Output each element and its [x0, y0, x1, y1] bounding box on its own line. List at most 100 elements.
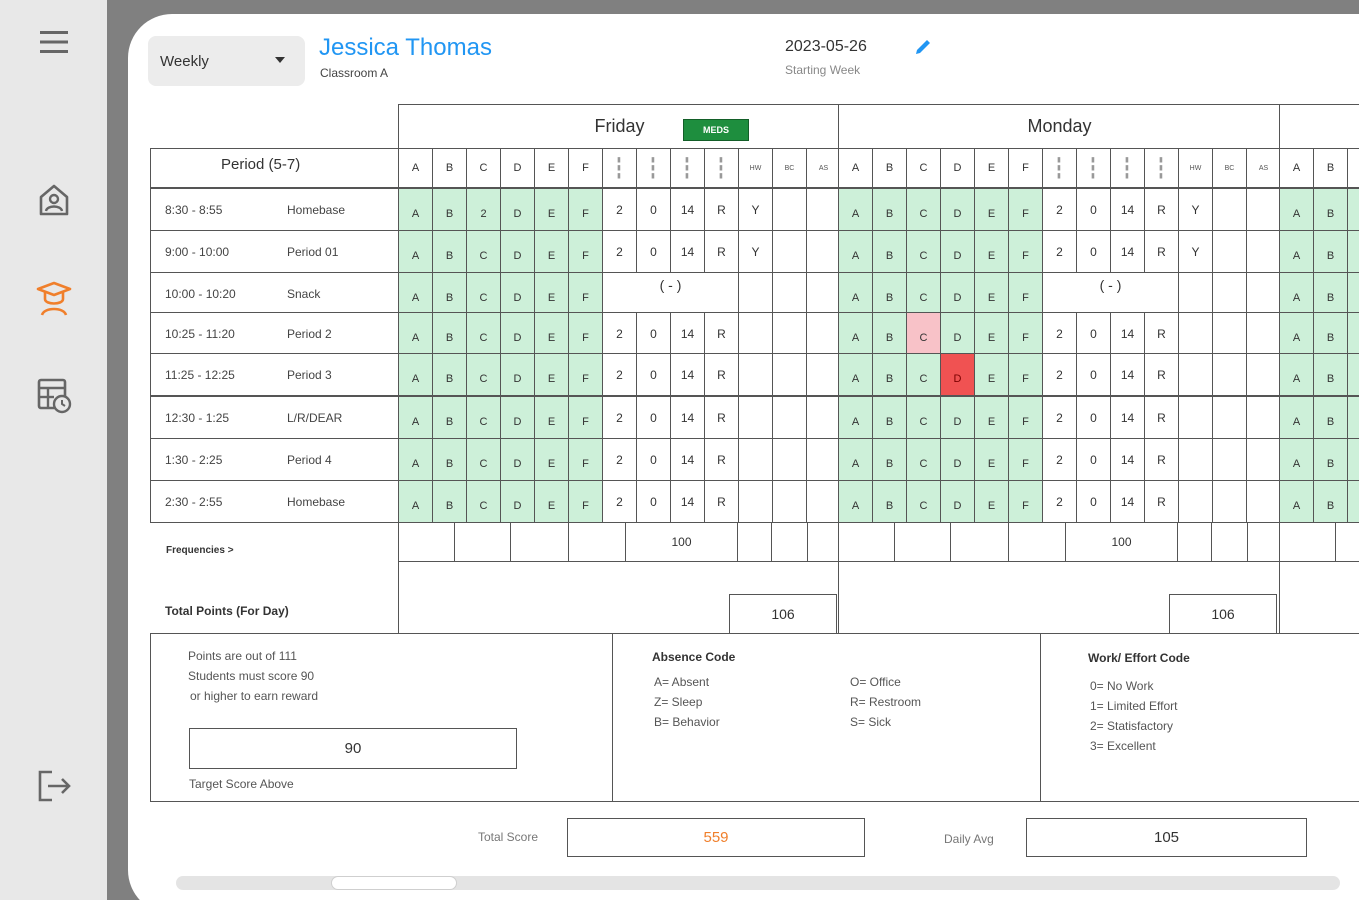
behavior-letter-cell[interactable]: E	[534, 312, 569, 355]
score-cell[interactable]: 2	[1042, 188, 1077, 231]
score-cell[interactable]: 2	[602, 230, 637, 273]
frequency-cell[interactable]	[398, 522, 455, 562]
score-cell[interactable]: 14	[670, 188, 705, 231]
frequency-cell[interactable]	[807, 522, 842, 562]
score-cell[interactable]	[1212, 438, 1247, 481]
behavior-letter-cell[interactable]: A	[838, 312, 873, 355]
score-cell[interactable]: 14	[1110, 396, 1145, 439]
behavior-letter-cell[interactable]: B	[872, 230, 907, 273]
score-cell[interactable]: 14	[1110, 312, 1145, 355]
behavior-letter-cell[interactable]: D	[940, 353, 975, 396]
score-cell[interactable]	[806, 438, 841, 481]
behavior-letter-cell[interactable]: A	[838, 272, 873, 315]
behavior-letter-cell[interactable]: F	[568, 353, 603, 396]
score-cell[interactable]	[1246, 272, 1281, 315]
behavior-letter-cell[interactable]: E	[974, 272, 1009, 315]
schedule-icon[interactable]	[32, 373, 76, 417]
behavior-letter-cell[interactable]: A	[838, 188, 873, 231]
behavior-letter-cell[interactable]: C	[906, 438, 941, 481]
score-cell[interactable]	[1246, 396, 1281, 439]
behavior-letter-cell[interactable]: B	[432, 272, 467, 315]
behavior-letter-cell[interactable]: B	[1313, 438, 1348, 481]
score-cell[interactable]: 2	[602, 312, 637, 355]
score-cell[interactable]	[1246, 230, 1281, 273]
score-cell[interactable]: 0	[1076, 230, 1111, 273]
behavior-letter-cell[interactable]: D	[500, 272, 535, 315]
score-cell[interactable]: 14	[1110, 353, 1145, 396]
score-cell[interactable]: Y	[738, 230, 773, 273]
score-cell[interactable]: 0	[1076, 438, 1111, 481]
score-cell[interactable]: R	[704, 438, 739, 481]
behavior-letter-cell[interactable]: A	[1279, 230, 1314, 273]
behavior-letter-cell[interactable]: E	[974, 188, 1009, 231]
behavior-letter-cell[interactable]: A	[1279, 396, 1314, 439]
score-cell[interactable]: R	[1144, 480, 1179, 523]
behavior-letter-cell[interactable]: E	[534, 438, 569, 481]
score-cell[interactable]: R	[1144, 230, 1179, 273]
behavior-letter-cell[interactable]: A	[398, 312, 433, 355]
behavior-letter-cell[interactable]: B	[1313, 188, 1348, 231]
behavior-letter-cell[interactable]: A	[1279, 438, 1314, 481]
score-cell[interactable]: 0	[1076, 353, 1111, 396]
behavior-letter-cell[interactable]	[1347, 480, 1359, 523]
behavior-letter-cell[interactable]: B	[872, 396, 907, 439]
score-cell[interactable]	[1246, 312, 1281, 355]
behavior-letter-cell[interactable]: E	[534, 272, 569, 315]
behavior-letter-cell[interactable]	[1347, 230, 1359, 273]
behavior-letter-cell[interactable]: E	[974, 480, 1009, 523]
behavior-letter-cell[interactable]	[1347, 188, 1359, 231]
behavior-letter-cell[interactable]: D	[940, 438, 975, 481]
behavior-letter-cell[interactable]: B	[872, 312, 907, 355]
score-cell[interactable]: 2	[1042, 353, 1077, 396]
behavior-letter-cell[interactable]: F	[1008, 312, 1043, 355]
behavior-letter-cell[interactable]: A	[1279, 353, 1314, 396]
score-cell[interactable]: 0	[636, 480, 671, 523]
frequency-cell[interactable]	[1247, 522, 1282, 562]
score-cell[interactable]: 2	[1042, 230, 1077, 273]
behavior-letter-cell[interactable]: E	[534, 353, 569, 396]
frequency-cell[interactable]	[568, 522, 626, 562]
behavior-letter-cell[interactable]: A	[838, 353, 873, 396]
behavior-letter-cell[interactable]: A	[1279, 480, 1314, 523]
score-cell[interactable]: 2	[1042, 396, 1077, 439]
score-cell[interactable]	[1212, 480, 1247, 523]
score-cell[interactable]: 0	[1076, 188, 1111, 231]
score-cell[interactable]: 0	[636, 438, 671, 481]
score-cell[interactable]: 0	[636, 230, 671, 273]
behavior-letter-cell[interactable]: B	[872, 188, 907, 231]
behavior-letter-cell[interactable]: B	[1313, 312, 1348, 355]
behavior-letter-cell[interactable]	[1347, 272, 1359, 315]
behavior-letter-cell[interactable]: A	[398, 480, 433, 523]
frequency-cell[interactable]	[1279, 522, 1336, 562]
behavior-letter-cell[interactable]: A	[398, 188, 433, 231]
score-cell[interactable]: 14	[670, 396, 705, 439]
score-cell[interactable]	[772, 188, 807, 231]
score-cell[interactable]	[1178, 272, 1213, 315]
behavior-letter-cell[interactable]: F	[568, 230, 603, 273]
behavior-letter-cell[interactable]: E	[974, 438, 1009, 481]
behavior-letter-cell[interactable]: B	[1313, 396, 1348, 439]
score-cell[interactable]: R	[1144, 312, 1179, 355]
score-cell[interactable]	[1178, 396, 1213, 439]
behavior-letter-cell[interactable]: A	[398, 353, 433, 396]
behavior-letter-cell[interactable]: B	[1313, 353, 1348, 396]
behavior-letter-cell[interactable]: C	[906, 188, 941, 231]
behavior-letter-cell[interactable]: A	[398, 272, 433, 315]
score-cell[interactable]: R	[704, 396, 739, 439]
score-cell[interactable]	[806, 188, 841, 231]
score-cell[interactable]	[772, 438, 807, 481]
score-cell[interactable]	[1246, 480, 1281, 523]
behavior-letter-cell[interactable]: A	[1279, 188, 1314, 231]
target-score-field[interactable]: 90	[189, 728, 517, 769]
score-cell[interactable]	[738, 353, 773, 396]
snack-range-cell[interactable]: ( - )	[1042, 272, 1179, 315]
score-cell[interactable]: 0	[1076, 312, 1111, 355]
behavior-letter-cell[interactable]: F	[568, 396, 603, 439]
behavior-letter-cell[interactable]	[1347, 312, 1359, 355]
score-cell[interactable]: 2	[602, 480, 637, 523]
behavior-letter-cell[interactable]	[1347, 438, 1359, 481]
behavior-letter-cell[interactable]: C	[906, 396, 941, 439]
behavior-letter-cell[interactable]: C	[906, 353, 941, 396]
behavior-letter-cell[interactable]: D	[500, 230, 535, 273]
score-cell[interactable]	[1212, 396, 1247, 439]
